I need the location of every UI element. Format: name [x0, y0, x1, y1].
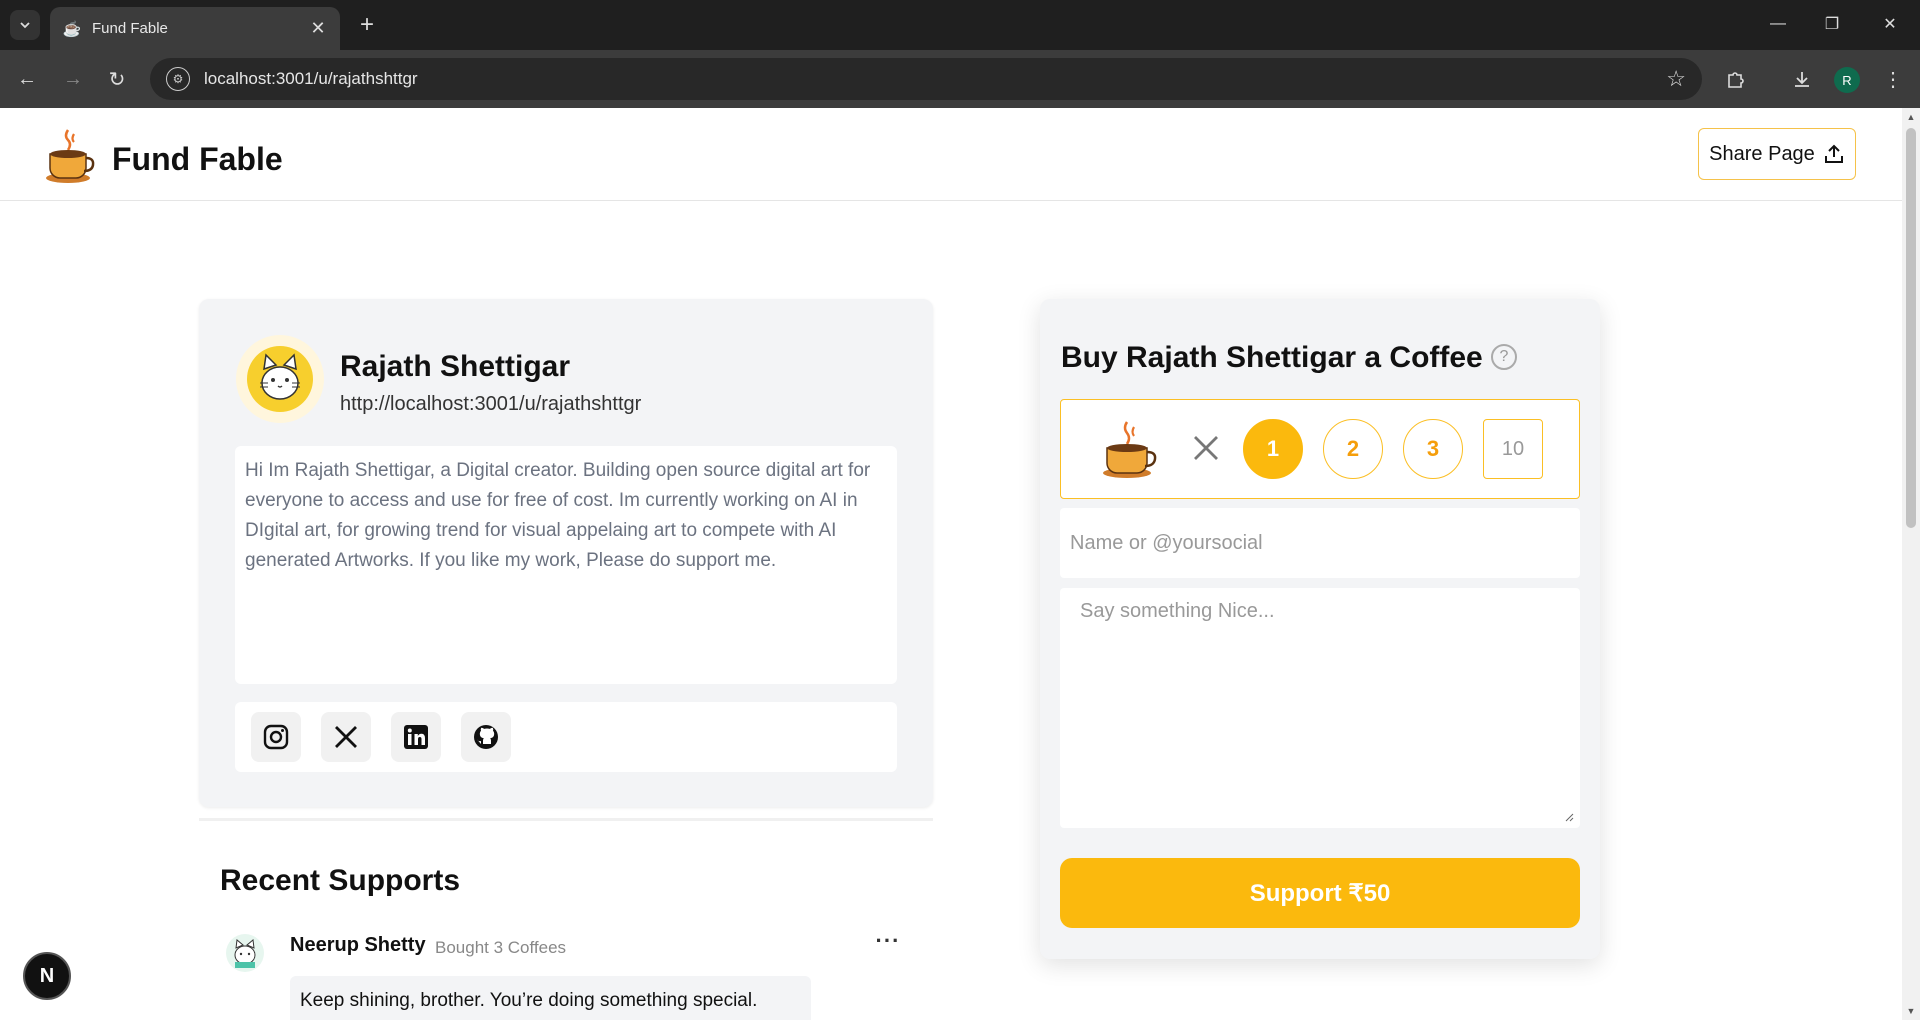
buy-coffee-card: Buy Rajath Shettigar a Coffee ? 1 2 3 10 [1040, 299, 1600, 959]
new-tab-button[interactable]: + [352, 10, 382, 40]
creator-name: Rajath Shettigar [340, 350, 571, 383]
browser-profile-avatar[interactable]: R [1834, 67, 1860, 93]
reload-icon[interactable]: ↻ [101, 63, 133, 95]
name-input[interactable]: Name or @yoursocial [1060, 508, 1580, 578]
linkedin-icon[interactable] [391, 712, 441, 762]
address-bar[interactable]: ⚙ localhost:3001/u/rajathshttgr ☆ [150, 58, 1702, 100]
close-tab-icon[interactable]: ✕ [308, 18, 328, 39]
url-text[interactable]: localhost:3001/u/rajathshttgr [204, 69, 1666, 89]
share-label: Share Page [1709, 142, 1815, 165]
help-icon[interactable]: ? [1491, 344, 1517, 370]
coffee-logo-icon[interactable] [44, 128, 96, 184]
tab-title: Fund Fable [92, 20, 168, 37]
page-viewport: Fund Fable Share Page Rajath Shettigar h… [0, 108, 1902, 1020]
browser-toolbar: ← → ↻ ⚙ localhost:3001/u/rajathshttgr ☆ … [0, 50, 1920, 108]
quantity-1-button[interactable]: 1 [1243, 419, 1303, 479]
restore-icon[interactable]: ❐ [1812, 8, 1852, 40]
creator-profile-card: Rajath Shettigar http://localhost:3001/u… [199, 299, 933, 807]
scroll-up-icon[interactable]: ▲ [1906, 112, 1916, 122]
site-header: Fund Fable Share Page [0, 108, 1902, 201]
coffee-favicon-icon: ☕ [62, 20, 82, 38]
support-message: Keep shining, brother. You’re doing some… [290, 976, 811, 1020]
quantity-2-button[interactable]: 2 [1323, 419, 1383, 479]
forward-icon[interactable]: → [57, 63, 89, 95]
page-scrollbar[interactable]: ▲ ▼ [1902, 108, 1920, 1020]
social-links [235, 702, 897, 772]
browser-tab-bar: ☕ Fund Fable ✕ + — ❐ ✕ [0, 0, 1920, 50]
buy-coffee-title: Buy Rajath Shettigar a Coffee [1061, 341, 1483, 374]
section-divider [199, 818, 933, 821]
cat-avatar-icon [260, 353, 300, 400]
supporter-avatar [226, 934, 264, 972]
scroll-thumb[interactable] [1906, 128, 1916, 528]
browser-tab[interactable]: ☕ Fund Fable ✕ [50, 7, 340, 50]
support-button[interactable]: Support ₹50 [1060, 858, 1580, 928]
nextjs-devtools-button[interactable]: N [23, 952, 71, 1000]
x-icon[interactable] [321, 712, 371, 762]
message-placeholder: Say something Nice... [1080, 600, 1275, 622]
custom-quantity-input[interactable]: 10 [1483, 419, 1543, 479]
creator-url[interactable]: http://localhost:3001/u/rajathshttgr [340, 393, 641, 416]
scroll-down-icon[interactable]: ▼ [1906, 1006, 1916, 1016]
github-icon[interactable] [461, 712, 511, 762]
upload-icon [1824, 144, 1843, 163]
share-page-button[interactable]: Share Page [1698, 128, 1856, 180]
bookmark-star-icon[interactable]: ☆ [1666, 66, 1686, 92]
instagram-icon[interactable] [251, 712, 301, 762]
menu-kebab-icon[interactable]: ⋮ [1877, 63, 1909, 95]
cat-avatar-icon [234, 939, 256, 968]
coffee-quantity-selector: 1 2 3 10 [1060, 399, 1580, 499]
recent-supports-title: Recent Supports [220, 864, 461, 897]
creator-bio: Hi Im Rajath Shettigar, a Digital creato… [235, 446, 897, 684]
close-window-icon[interactable]: ✕ [1870, 8, 1910, 40]
quantity-3-button[interactable]: 3 [1403, 419, 1463, 479]
multiply-icon [1186, 428, 1226, 468]
supporter-meta: Bought 3 Coffees [435, 938, 567, 957]
tab-search-button[interactable] [10, 10, 40, 40]
creator-avatar [236, 335, 324, 423]
message-textarea[interactable]: Say something Nice... [1060, 588, 1580, 828]
resize-grip-icon[interactable] [1564, 812, 1574, 822]
back-icon[interactable]: ← [11, 63, 43, 95]
site-logo-text[interactable]: Fund Fable [112, 141, 283, 178]
site-info-icon[interactable]: ⚙ [166, 67, 190, 91]
extensions-icon[interactable] [1719, 63, 1751, 95]
supporter-name: Neerup Shetty [290, 934, 426, 956]
coffee-cup-icon [1101, 420, 1157, 480]
more-options-icon[interactable]: ··· [872, 928, 904, 953]
download-icon[interactable] [1786, 63, 1818, 95]
minimize-icon[interactable]: — [1758, 8, 1798, 40]
chevron-down-icon [20, 22, 30, 29]
